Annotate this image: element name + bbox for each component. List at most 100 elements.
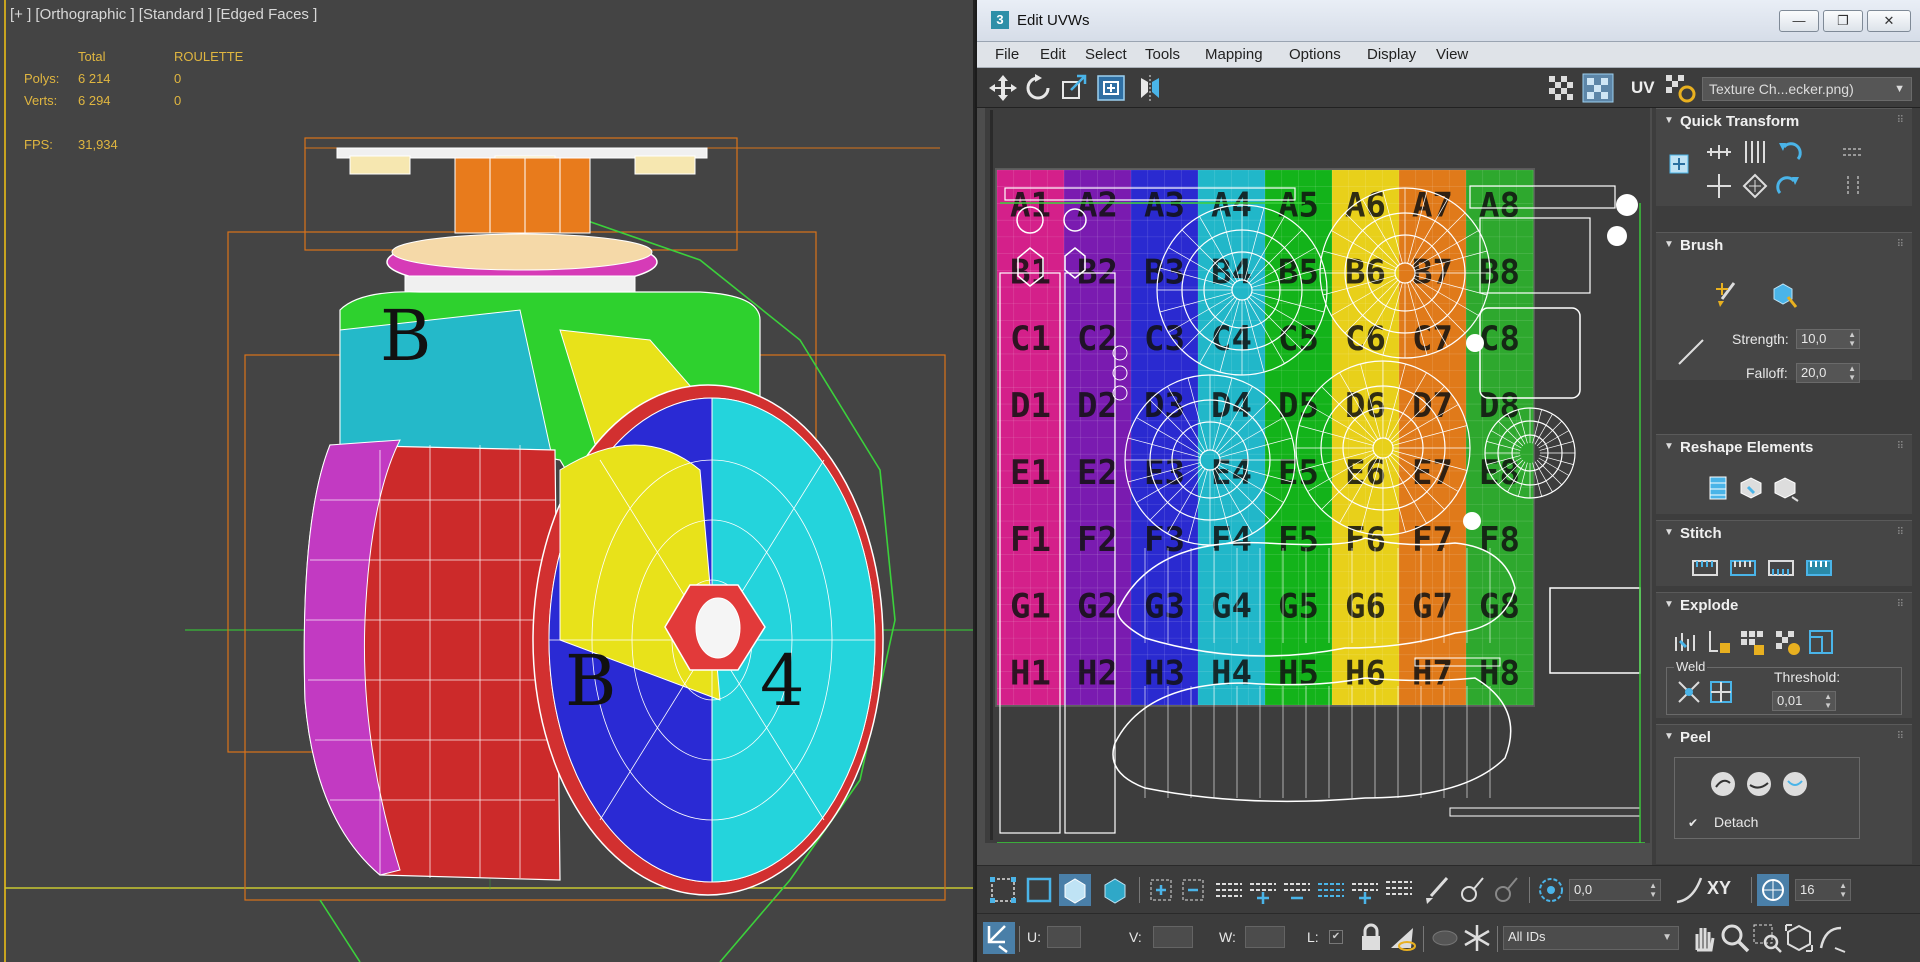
paint-move-icon[interactable] [1712,279,1742,309]
align-to-edge-icon[interactable] [1838,137,1868,167]
zoom-region-icon[interactable] [1751,922,1783,954]
falloff-type-icon[interactable] [1676,337,1706,367]
hide-icon[interactable] [1387,922,1419,954]
lock-icon[interactable] [1355,922,1387,954]
minimize-button[interactable]: — [1779,10,1819,32]
relax-icon[interactable] [1736,473,1766,503]
detach-edge-icon[interactable] [1704,627,1734,657]
move-icon[interactable] [986,72,1020,104]
pan-icon[interactable] [1687,922,1719,954]
paint-shrink-icon[interactable] [1489,874,1521,906]
quick-transform-header[interactable]: ▼ Quick Transform ⠿ [1656,109,1912,135]
perspective-viewport[interactable]: B G B [0,0,975,962]
checker-pattern-icon[interactable] [1545,72,1579,104]
threshold-spinner[interactable]: 0,01 ▲ ▼ [1772,691,1836,711]
menu-view[interactable]: View [1436,42,1468,68]
edge-distance-field[interactable]: 16 ▲ ▼ [1795,879,1851,901]
texture-settings-icon[interactable] [1663,72,1697,104]
stitch-to-source-icon[interactable] [1804,553,1834,583]
polygon-select-icon[interactable] [1059,874,1091,906]
texture-dropdown[interactable]: Texture Ch...ecker.png) ▼ [1702,77,1912,101]
element-select-icon[interactable] [1099,874,1131,906]
flatten-by-smoothing-icon[interactable] [1772,627,1802,657]
uv-checker-map[interactable]: A1 A2 A3 A4 A5 A6 A7 A8B1 B2 B3 B4 B5 B6 B7 B8C1 C2 C3 C4… [985,108,1650,843]
shrink-selection-icon[interactable] [1177,874,1209,906]
falloff-spinner[interactable]: 20,0 ▲ ▼ [1796,363,1860,383]
show-map-icon[interactable] [1581,72,1615,104]
uv-canvas[interactable]: A1 A2 A3 A4 A5 A6 A7 A8 B1 B2 B3 B4 B5 B6 B7 B8 C1 C2 C3 C4… [985,108,1650,843]
vertex-select-icon[interactable] [987,874,1019,906]
grow-selection-icon[interactable] [1145,874,1177,906]
stitch-to-target-icon[interactable] [1728,553,1758,583]
absolute-offset-icon[interactable] [983,922,1015,954]
detach-checkbox[interactable]: ✔ [1688,817,1700,829]
flatten-by-material-icon[interactable] [1806,627,1836,657]
falloff-curve-icon[interactable] [1673,874,1705,906]
paint-select-icon[interactable] [1421,874,1453,906]
soft-selection-icon[interactable] [1535,874,1567,906]
menu-display[interactable]: Display [1367,42,1416,68]
peel-mode-icon[interactable] [1744,769,1774,799]
material-ids-dropdown[interactable]: All IDs ▼ [1503,926,1679,950]
space-evenly-icon[interactable] [1740,171,1770,201]
edge-select-icon[interactable] [1023,874,1055,906]
ring-grow-icon[interactable] [1349,874,1381,906]
straighten-selection-icon[interactable] [1702,473,1732,503]
rotate-icon[interactable] [1021,72,1055,104]
quick-peel-icon[interactable] [1708,769,1738,799]
rotate-ccw-icon[interactable] [1774,137,1804,167]
unhide-icon[interactable] [1429,922,1461,954]
peel-header[interactable]: ▼ Peel ⠿ [1656,725,1912,751]
mirror-icon[interactable] [1133,72,1167,104]
break-icon[interactable] [1670,627,1700,657]
loop-select-icon[interactable] [1213,874,1245,906]
lock-checkbox[interactable]: ✔ [1329,930,1343,944]
weld-target-icon[interactable] [1706,677,1736,707]
menu-tools[interactable]: Tools [1145,42,1180,68]
scale-icon[interactable] [1057,72,1091,104]
maximize-button[interactable]: ❐ [1823,10,1863,32]
weld-selected-icon[interactable] [1674,677,1704,707]
stitch-average-icon[interactable] [1766,553,1796,583]
relax-brush-icon[interactable] [1768,279,1798,309]
menu-file[interactable]: File [995,42,1019,68]
loop-shrink-icon[interactable] [1281,874,1313,906]
snap-icon[interactable] [1815,922,1847,954]
loop-grow-icon[interactable] [1247,874,1279,906]
menu-options[interactable]: Options [1289,42,1341,68]
brush-header[interactable]: ▼ Brush ⠿ [1656,233,1912,259]
ring-shrink-icon[interactable] [1383,874,1415,906]
u-field[interactable] [1047,926,1081,948]
viewport-label[interactable]: [+ ] [Orthographic ] [Standard ] [Edged … [10,6,317,23]
menu-select[interactable]: Select [1085,42,1127,68]
align-horizontal-icon[interactable] [1704,137,1734,167]
relax-settings-icon[interactable] [1770,473,1800,503]
zoom-extents-icon[interactable] [1783,922,1815,954]
falloff-space-label[interactable]: XY [1707,878,1731,899]
close-button[interactable]: ✕ [1867,10,1911,32]
straighten-icon[interactable] [1838,171,1868,201]
align-vertical-icon[interactable] [1740,137,1770,167]
freeze-icon[interactable] [1461,922,1493,954]
uv-space-label[interactable]: UV [1631,78,1655,98]
zoom-icon[interactable] [1719,922,1751,954]
set-pivot-icon[interactable] [1664,149,1694,179]
title-bar[interactable]: 3 Edit UVWs — ❐ ✕ [977,0,1920,42]
menu-mapping[interactable]: Mapping [1205,42,1263,68]
paint-grow-icon[interactable] [1455,874,1487,906]
strength-spinner[interactable]: 10,0 ▲ ▼ [1796,329,1860,349]
stitch-header[interactable]: ▼ Stitch ⠿ [1656,521,1912,547]
ring-select-icon[interactable] [1315,874,1347,906]
reshape-header[interactable]: ▼ Reshape Elements ⠿ [1656,435,1912,461]
stitch-custom-icon[interactable] [1690,553,1720,583]
rotate-cw-icon[interactable] [1774,171,1804,201]
flatten-by-polygon-icon[interactable] [1738,627,1768,657]
menu-edit[interactable]: Edit [1040,42,1066,68]
limit-by-distance-icon[interactable] [1757,874,1789,906]
freeform-icon[interactable] [1094,72,1128,104]
v-field[interactable] [1153,926,1193,948]
align-cross-icon[interactable] [1704,171,1734,201]
w-field[interactable] [1245,926,1285,948]
soft-selection-falloff-field[interactable]: 0,0 ▲ ▼ [1569,879,1661,901]
explode-header[interactable]: ▼ Explode ⠿ [1656,593,1912,619]
